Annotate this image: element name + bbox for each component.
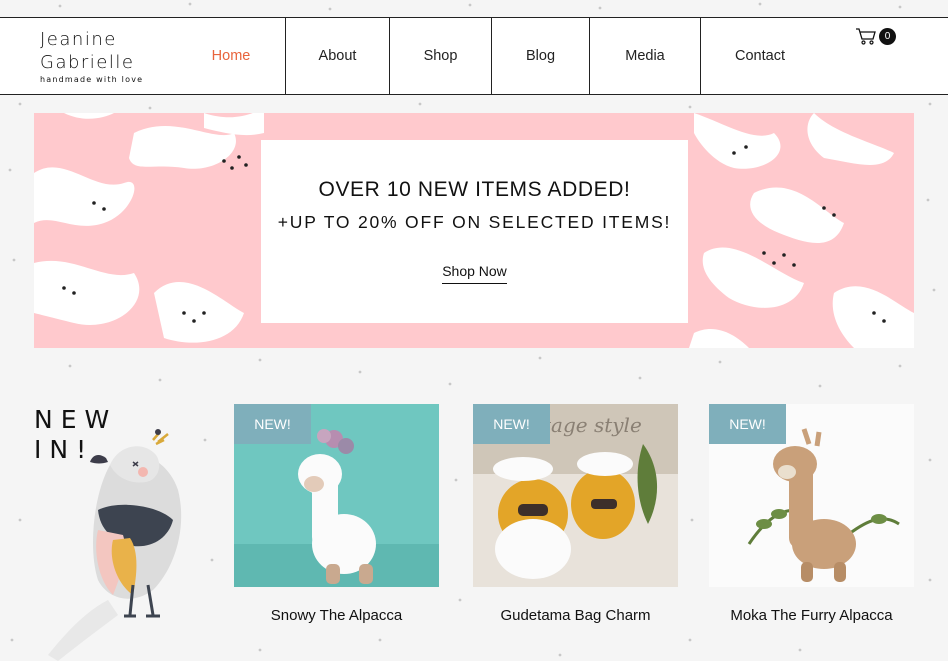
logo-name-line2: Gabrielle	[40, 52, 135, 73]
product-name[interactable]: Gudetama Bag Charm	[473, 607, 678, 624]
shop-now-link[interactable]: Shop Now	[442, 263, 507, 284]
nav-item-contact[interactable]: Contact	[701, 18, 819, 94]
bird-illustration	[48, 429, 182, 661]
cart-count-badge: 0	[879, 27, 896, 45]
nav-item-media[interactable]: Media	[590, 18, 701, 94]
logo-name-line1: Jeanine	[40, 29, 117, 50]
product-card: NEW! Snowy The Alpacca	[234, 404, 439, 624]
svg-text:tage style: tage style	[543, 413, 642, 437]
product-card: tage style NEW! Gudetama Bag Charm	[473, 404, 678, 624]
main-nav: Home About Shop Blog Media Contact	[177, 18, 819, 94]
nav-item-about[interactable]: About	[285, 18, 390, 94]
logo-tagline: handmade with love	[40, 75, 144, 84]
product-card: NEW! Moka The Furry Alpacca	[709, 404, 914, 624]
product-image[interactable]: NEW!	[234, 404, 439, 587]
new-badge: NEW!	[234, 404, 311, 444]
nav-item-home[interactable]: Home	[177, 18, 285, 94]
new-badge: NEW!	[473, 404, 550, 444]
promo-card: OVER 10 NEW ITEMS ADDED! +UP TO 20% OFF …	[261, 140, 688, 323]
product-image[interactable]: tage style NEW!	[473, 404, 678, 587]
new-badge: NEW!	[709, 404, 786, 444]
nav-item-shop[interactable]: Shop	[390, 18, 492, 94]
site-header: Jeanine Gabrielle handmade with love Hom…	[0, 17, 948, 95]
cart-button[interactable]: 0	[855, 27, 896, 45]
promo-banner: OVER 10 NEW ITEMS ADDED! +UP TO 20% OFF …	[34, 113, 914, 348]
nav-item-blog[interactable]: Blog	[492, 18, 590, 94]
product-name[interactable]: Moka The Furry Alpacca	[709, 607, 914, 624]
site-logo[interactable]: Jeanine Gabrielle handmade with love	[40, 28, 143, 84]
cart-icon	[856, 28, 876, 45]
promo-subtitle: +UP TO 20% OFF ON SELECTED ITEMS!	[277, 212, 672, 232]
product-name[interactable]: Snowy The Alpacca	[234, 607, 439, 624]
product-image[interactable]: NEW!	[709, 404, 914, 587]
promo-title: OVER 10 NEW ITEMS ADDED!	[318, 178, 631, 201]
